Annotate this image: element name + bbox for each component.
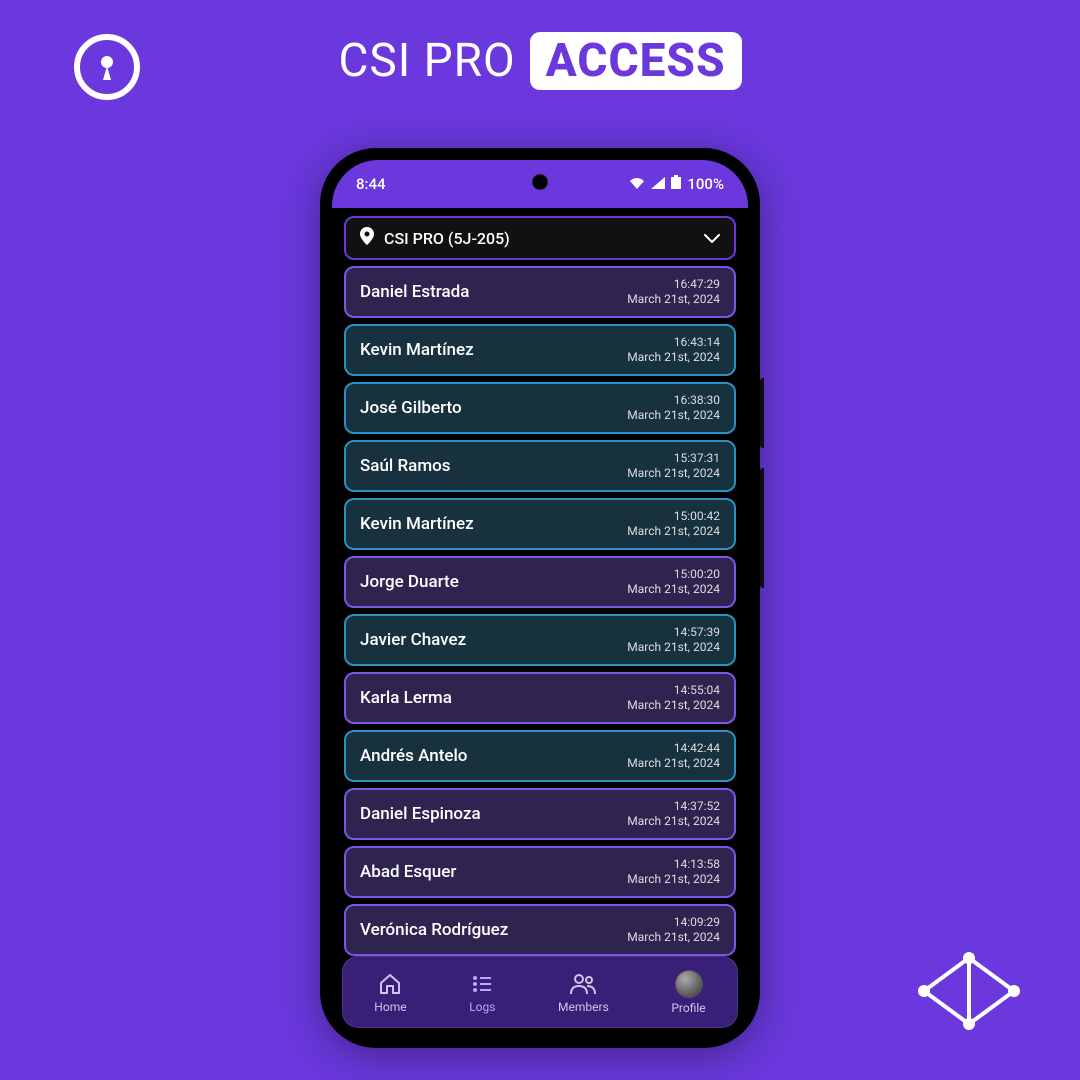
log-row[interactable]: Kevin Martínez 16:43:14March 21st, 2024	[344, 324, 736, 376]
log-row[interactable]: Saúl Ramos 15:37:31March 21st, 2024	[344, 440, 736, 492]
log-date: March 21st, 2024	[627, 872, 720, 887]
log-date: March 21st, 2024	[627, 698, 720, 713]
log-time: 14:42:44	[627, 741, 720, 756]
pin-icon	[360, 227, 374, 249]
log-name: Karla Lerma	[360, 688, 452, 708]
log-meta: 15:00:42March 21st, 2024	[627, 509, 720, 539]
phone-frame: 8:44 100% CSI PRO (5J-205)	[320, 148, 760, 1048]
log-time: 14:37:52	[627, 799, 720, 814]
log-date: March 21st, 2024	[627, 524, 720, 539]
battery-icon	[671, 175, 681, 193]
log-row[interactable]: Kevin Martínez 15:00:42March 21st, 2024	[344, 498, 736, 550]
log-name: Abad Esquer	[360, 862, 456, 882]
log-name: Kevin Martínez	[360, 340, 474, 360]
wifi-icon	[629, 175, 645, 193]
log-time: 16:43:14	[627, 335, 720, 350]
code-logo-icon	[914, 946, 1024, 1040]
status-time: 8:44	[356, 175, 386, 193]
log-row[interactable]: Jorge Duarte 15:00:20March 21st, 2024	[344, 556, 736, 608]
nav-label: Members	[558, 1000, 609, 1014]
log-meta: 14:42:44March 21st, 2024	[627, 741, 720, 771]
log-name: Verónica Rodríguez	[360, 920, 508, 940]
app-header: CSI PRO ACCESS	[0, 32, 1080, 90]
log-row[interactable]: Karla Lerma 14:55:04March 21st, 2024	[344, 672, 736, 724]
logs-list[interactable]: Daniel Estrada16:47:29March 21st, 2024Ke…	[332, 266, 748, 956]
nav-logs[interactable]: Logs	[469, 971, 495, 1014]
log-time: 14:55:04	[627, 683, 720, 698]
log-meta: 14:13:58March 21st, 2024	[627, 857, 720, 887]
log-meta: 15:00:20March 21st, 2024	[627, 567, 720, 597]
log-meta: 14:09:29March 21st, 2024	[627, 915, 720, 945]
log-name: José Gilberto	[360, 398, 462, 418]
log-date: March 21st, 2024	[627, 582, 720, 597]
log-meta: 14:57:39March 21st, 2024	[627, 625, 720, 655]
log-name: Javier Chavez	[360, 630, 466, 650]
log-date: March 21st, 2024	[627, 292, 720, 307]
signal-icon	[651, 175, 665, 193]
log-time: 16:47:29	[627, 277, 720, 292]
log-time: 16:38:30	[627, 393, 720, 408]
log-name: Daniel Espinoza	[360, 804, 481, 824]
log-name: Kevin Martínez	[360, 514, 474, 534]
log-meta: 14:55:04March 21st, 2024	[627, 683, 720, 713]
log-date: March 21st, 2024	[627, 466, 720, 481]
log-time: 14:09:29	[627, 915, 720, 930]
log-meta: 16:43:14March 21st, 2024	[627, 335, 720, 365]
log-date: March 21st, 2024	[627, 640, 720, 655]
log-name: Daniel Estrada	[360, 282, 469, 302]
log-meta: 14:37:52March 21st, 2024	[627, 799, 720, 829]
nav-label: Profile	[671, 1001, 705, 1015]
log-date: March 21st, 2024	[627, 814, 720, 829]
log-meta: 15:37:31March 21st, 2024	[627, 451, 720, 481]
log-row[interactable]: Javier Chavez 14:57:39March 21st, 2024	[344, 614, 736, 666]
phone-side-button	[760, 468, 764, 588]
log-time: 14:57:39	[627, 625, 720, 640]
camera-hole	[532, 174, 548, 190]
log-row[interactable]: José Gilberto 16:38:30March 21st, 2024	[344, 382, 736, 434]
chevron-down-icon	[704, 229, 720, 248]
log-date: March 21st, 2024	[627, 350, 720, 365]
log-time: 15:37:31	[627, 451, 720, 466]
battery-label: 100%	[687, 175, 724, 193]
phone-side-button	[760, 378, 764, 448]
log-name: Jorge Duarte	[360, 572, 459, 592]
log-date: March 21st, 2024	[627, 930, 720, 945]
nav-profile[interactable]: Profile	[671, 970, 705, 1015]
header-title-a: CSI PRO	[338, 34, 515, 88]
avatar-icon	[675, 970, 703, 998]
log-date: March 21st, 2024	[627, 756, 720, 771]
log-date: March 21st, 2024	[627, 408, 720, 423]
log-row[interactable]: Andrés Antelo 14:42:44March 21st, 2024	[344, 730, 736, 782]
log-time: 15:00:20	[627, 567, 720, 582]
log-name: Andrés Antelo	[360, 746, 467, 766]
header-title-b: ACCESS	[530, 32, 742, 90]
bottom-nav: Home Logs Members Profile	[342, 956, 738, 1028]
log-meta: 16:38:30March 21st, 2024	[627, 393, 720, 423]
nav-members[interactable]: Members	[558, 971, 609, 1014]
nav-home[interactable]: Home	[374, 971, 406, 1014]
list-icon	[469, 971, 495, 997]
phone-screen: 8:44 100% CSI PRO (5J-205)	[332, 160, 748, 1036]
log-name: Saúl Ramos	[360, 456, 451, 476]
log-time: 15:00:42	[627, 509, 720, 524]
location-dropdown[interactable]: CSI PRO (5J-205)	[344, 216, 736, 260]
log-time: 14:13:58	[627, 857, 720, 872]
log-row[interactable]: Verónica Rodríguez 14:09:29March 21st, 20…	[344, 904, 736, 956]
log-row[interactable]: Daniel Estrada 16:47:29March 21st, 2024	[344, 266, 736, 318]
nav-label: Logs	[469, 1000, 495, 1014]
location-dropdown-label: CSI PRO (5J-205)	[384, 229, 694, 248]
home-icon	[377, 971, 403, 997]
nav-label: Home	[374, 1000, 406, 1014]
people-icon	[570, 971, 596, 997]
log-row[interactable]: Daniel Espinoza 14:37:52March 21st, 2024	[344, 788, 736, 840]
log-row[interactable]: Abad Esquer 14:13:58March 21st, 2024	[344, 846, 736, 898]
log-meta: 16:47:29March 21st, 2024	[627, 277, 720, 307]
